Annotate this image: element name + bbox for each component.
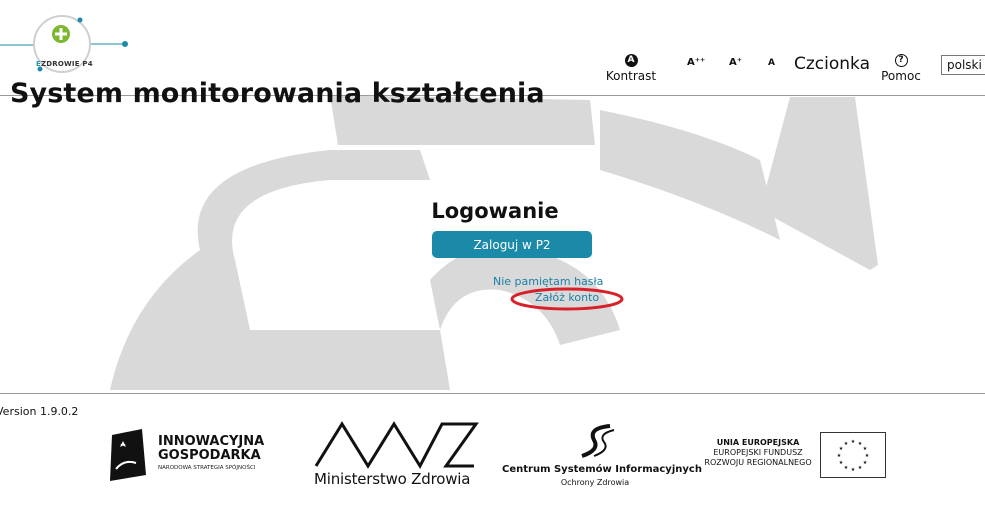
logo-text: EZDROWIE P4	[36, 60, 93, 68]
csioz-subtitle: Ochrony Zdrowia	[560, 478, 630, 487]
innowacyjna-gospodarka-logo: INNOWACYJNA GOSPODARKA NARODOWA STRATEGI…	[106, 425, 296, 485]
mz-emblem-icon	[314, 421, 479, 470]
logo-text-suffix: P4	[82, 60, 93, 68]
svg-text:★: ★	[865, 453, 870, 459]
svg-text:★: ★	[851, 439, 856, 445]
help-icon: ?	[894, 54, 908, 67]
eu-fund-logo: UNIA EUROPEJSKA EUROPEJSKI FUNDUSZ ROZWO…	[700, 430, 890, 482]
help-button[interactable]: ? Pomoc	[877, 47, 925, 83]
forgot-password-link[interactable]: Nie pamiętam hasła	[493, 275, 603, 288]
font-size-small-button[interactable]: A	[768, 58, 775, 68]
mz-name: Ministerstwo Zdrowia	[314, 470, 471, 488]
logo-graphic	[0, 15, 128, 73]
svg-text:★: ★	[837, 453, 842, 459]
font-size-medium-button[interactable]: A⁺	[729, 57, 742, 68]
csioz-emblem-icon	[581, 424, 615, 458]
footer-divider	[0, 393, 985, 394]
language-select[interactable]: polski	[941, 55, 985, 75]
svg-text:★: ★	[858, 465, 863, 471]
help-label: Pomoc	[881, 69, 921, 83]
version-text: Version 1.9.0.2	[0, 405, 79, 418]
csioz-name: Centrum Systemów Informacyjnych	[502, 464, 702, 475]
eu-text: UNIA EUROPEJSKA EUROPEJSKI FUNDUSZ ROZWO…	[700, 438, 816, 468]
login-p2-button[interactable]: Zaloguj w P2	[432, 231, 592, 258]
eu-flag-icon: ★ ★ ★ ★ ★ ★ ★ ★ ★ ★ ★ ★	[820, 432, 886, 478]
ig-title-line2: GOSPODARKA	[158, 448, 261, 463]
page-title: System monitorowania kształcenia	[10, 78, 545, 109]
login-title: Logowanie	[431, 199, 559, 223]
logo-text-main: ZDROWIE	[40, 60, 80, 68]
csioz-logo: Centrum Systemów Informacyjnych Ochrony …	[502, 420, 702, 492]
svg-text:★: ★	[844, 441, 849, 447]
font-label: Czcionka	[794, 54, 871, 74]
svg-text:★: ★	[844, 465, 849, 471]
svg-text:★: ★	[863, 446, 868, 452]
ezdrowie-logo[interactable]: EZDROWIE P4	[0, 12, 140, 78]
contrast-label: Kontrast	[605, 69, 657, 83]
eu-stars-icon: ★ ★★ ★★★ ★★★ ★★★	[837, 439, 870, 473]
ministerstwo-zdrowia-logo: Ministerstwo Zdrowia	[312, 418, 482, 493]
ig-title: INNOWACYJNA GOSPODARKA	[158, 435, 264, 463]
ig-title-line1: INNOWACYJNA	[158, 434, 265, 449]
contrast-icon: A	[624, 54, 638, 67]
ig-subtitle: NARODOWA STRATEGIA SPÓJNOŚCI	[158, 465, 256, 471]
svg-text:★: ★	[863, 460, 868, 466]
font-size-large-button[interactable]: A⁺⁺	[687, 57, 705, 68]
contrast-button[interactable]: A Kontrast	[598, 47, 664, 83]
ig-emblem-icon	[110, 429, 146, 481]
eu-line2: EUROPEJSKI FUNDUSZ	[713, 448, 803, 457]
svg-text:★: ★	[851, 467, 856, 473]
create-account-link[interactable]: Załóż konto	[535, 291, 599, 304]
svg-text:★: ★	[839, 460, 844, 466]
eu-line3: ROZWOJU REGIONALNEGO	[704, 458, 812, 467]
eu-line1: UNIA EUROPEJSKA	[716, 438, 800, 447]
